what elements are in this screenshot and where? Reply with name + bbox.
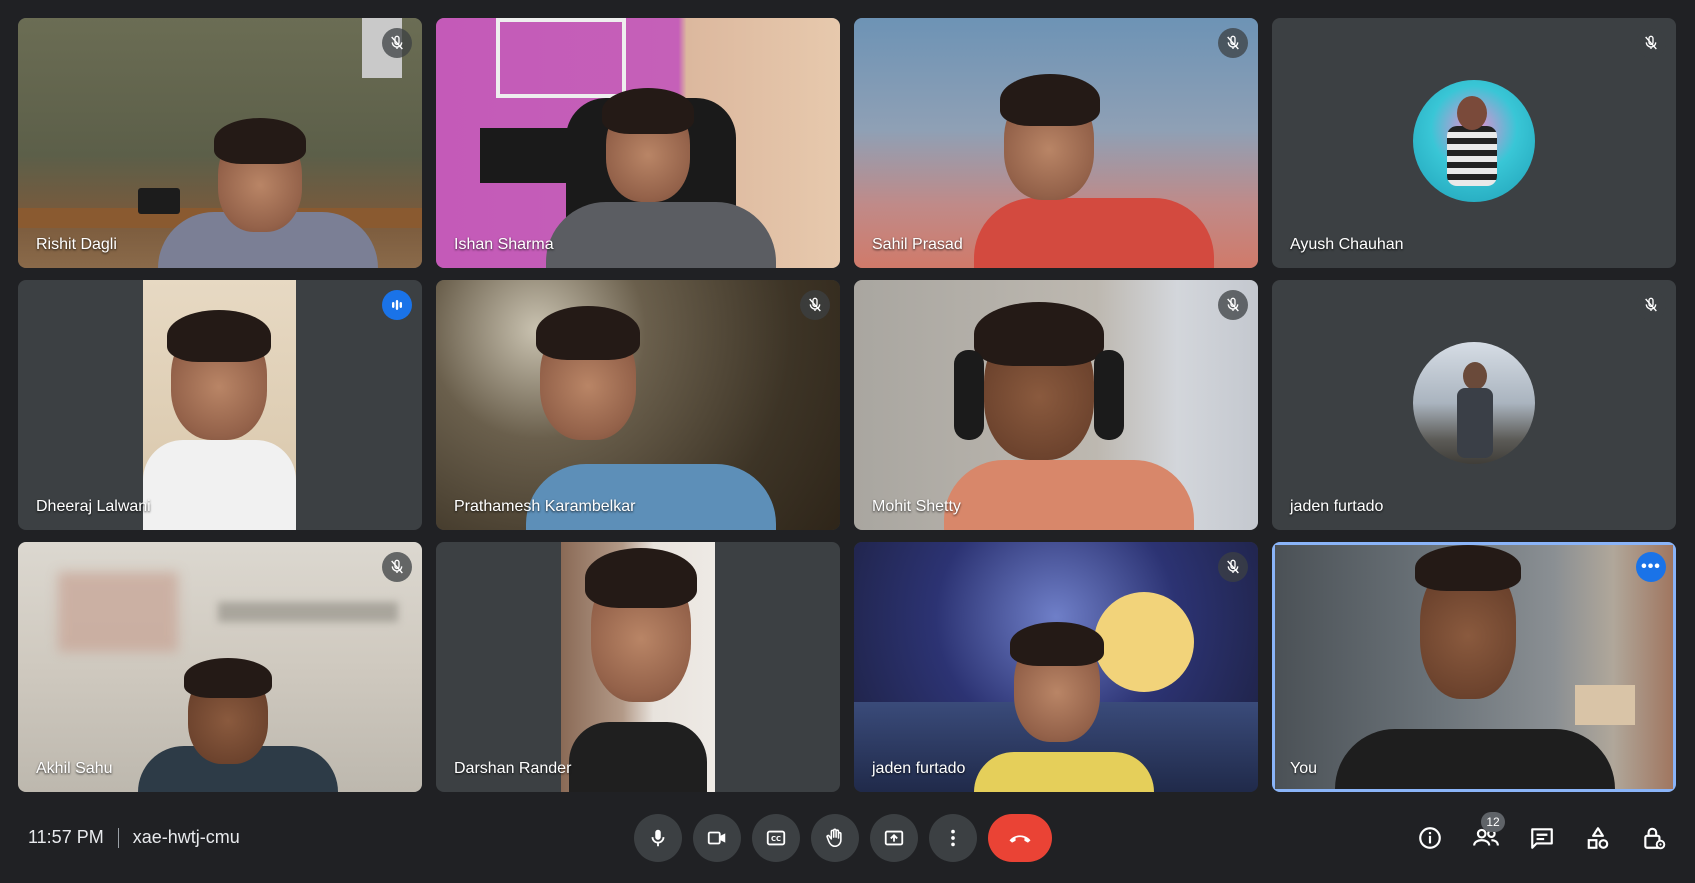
participant-tile[interactable]: jaden furtado bbox=[854, 542, 1258, 792]
svg-text:CC: CC bbox=[771, 835, 781, 843]
video-feed bbox=[561, 542, 715, 792]
chat-icon bbox=[1531, 828, 1553, 849]
video-feed bbox=[854, 542, 1258, 792]
participant-name: jaden furtado bbox=[872, 760, 966, 777]
more-options-button[interactable] bbox=[929, 814, 977, 862]
captions-button[interactable]: CC bbox=[752, 814, 800, 862]
video-feed bbox=[18, 542, 422, 792]
participant-name: Dheeraj Lalwani bbox=[36, 498, 151, 515]
participant-grid: Rishit Dagli Ishan Sharma Sahil Prasad A… bbox=[18, 18, 1677, 792]
video-feed bbox=[854, 18, 1258, 268]
activities-button[interactable] bbox=[1579, 814, 1617, 862]
participant-name: Rishit Dagli bbox=[36, 236, 117, 253]
video-feed bbox=[436, 280, 840, 530]
side-actions: 12 bbox=[1411, 812, 1673, 862]
more-options-icon[interactable]: ••• bbox=[1636, 552, 1666, 582]
participant-tile[interactable]: Darshan Rander bbox=[436, 542, 840, 792]
avatar bbox=[1413, 342, 1535, 464]
end-call-icon bbox=[1009, 835, 1031, 843]
people-button[interactable]: 12 bbox=[1467, 812, 1505, 862]
participant-name: Ayush Chauhan bbox=[1290, 236, 1404, 253]
camera-button[interactable] bbox=[693, 814, 741, 862]
meeting-info: 11:57 PM xae-hwtj-cmu bbox=[28, 792, 240, 883]
microphone-button[interactable] bbox=[634, 814, 682, 862]
mic-off-icon bbox=[1636, 28, 1666, 58]
participant-tile[interactable]: Prathamesh Karambelkar bbox=[436, 280, 840, 530]
participant-tile[interactable]: jaden furtado bbox=[1272, 280, 1676, 530]
participant-figure bbox=[854, 18, 1258, 268]
end-call-button[interactable] bbox=[988, 814, 1052, 862]
raise-hand-icon bbox=[826, 828, 842, 848]
video-feed bbox=[1275, 545, 1673, 789]
participant-figure bbox=[18, 542, 422, 792]
host-controls-icon bbox=[1644, 827, 1666, 850]
more-options-icon bbox=[951, 829, 955, 847]
participant-name: Mohit Shetty bbox=[872, 498, 961, 515]
present-button[interactable] bbox=[870, 814, 918, 862]
participant-figure bbox=[854, 280, 1258, 530]
mic-off-icon bbox=[1218, 290, 1248, 320]
mic-off-icon bbox=[1636, 290, 1666, 320]
info-icon bbox=[1419, 827, 1441, 849]
participant-name: Darshan Rander bbox=[454, 760, 572, 777]
meeting-code[interactable]: xae-hwtj-cmu bbox=[133, 827, 240, 848]
video-feed bbox=[143, 280, 296, 530]
participant-figure bbox=[18, 18, 422, 268]
present-icon bbox=[884, 830, 904, 846]
participant-figure bbox=[436, 280, 840, 530]
captions-icon: CC bbox=[766, 830, 786, 846]
self-view-tile[interactable]: ••• You bbox=[1272, 542, 1676, 792]
participant-tile[interactable]: Akhil Sahu bbox=[18, 542, 422, 792]
participant-tile[interactable]: Mohit Shetty bbox=[854, 280, 1258, 530]
video-feed bbox=[436, 18, 840, 268]
participant-tile[interactable]: Dheeraj Lalwani bbox=[18, 280, 422, 530]
meeting-time: 11:57 PM bbox=[28, 827, 104, 847]
participant-name: jaden furtado bbox=[1290, 498, 1384, 515]
mic-off-icon bbox=[382, 28, 412, 58]
control-bar: 11:57 PM xae-hwtj-cmu CC 12 bbox=[0, 792, 1695, 883]
video-feed bbox=[854, 280, 1258, 530]
meeting-details-button[interactable] bbox=[1411, 814, 1449, 862]
participant-tile[interactable]: Sahil Prasad bbox=[854, 18, 1258, 268]
chat-button[interactable] bbox=[1523, 814, 1561, 862]
activities-icon bbox=[1587, 827, 1609, 849]
call-controls: CC bbox=[634, 814, 1052, 862]
mic-off-icon bbox=[382, 552, 412, 582]
participant-name: Ishan Sharma bbox=[454, 236, 554, 253]
participant-tile[interactable]: Ayush Chauhan bbox=[1272, 18, 1676, 268]
mic-off-icon bbox=[800, 290, 830, 320]
participant-name: You bbox=[1290, 760, 1317, 777]
participant-tile[interactable]: Ishan Sharma bbox=[436, 18, 840, 268]
camera-icon bbox=[707, 831, 726, 845]
participant-name: Sahil Prasad bbox=[872, 236, 963, 253]
video-feed bbox=[18, 18, 422, 268]
participant-count-badge: 12 bbox=[1481, 812, 1505, 832]
participant-name: Akhil Sahu bbox=[36, 760, 113, 777]
mic-off-icon bbox=[1218, 28, 1248, 58]
participant-tile[interactable]: Rishit Dagli bbox=[18, 18, 422, 268]
avatar bbox=[1413, 80, 1535, 202]
participant-figure bbox=[436, 18, 840, 268]
host-controls-button[interactable] bbox=[1635, 814, 1673, 862]
raise-hand-button[interactable] bbox=[811, 814, 859, 862]
participant-figure bbox=[1275, 545, 1673, 789]
microphone-icon bbox=[651, 829, 665, 847]
mic-off-icon bbox=[1218, 552, 1248, 582]
divider bbox=[117, 827, 119, 848]
participant-name: Prathamesh Karambelkar bbox=[454, 498, 636, 515]
participant-figure bbox=[854, 542, 1258, 792]
speaking-indicator-icon bbox=[382, 290, 412, 320]
